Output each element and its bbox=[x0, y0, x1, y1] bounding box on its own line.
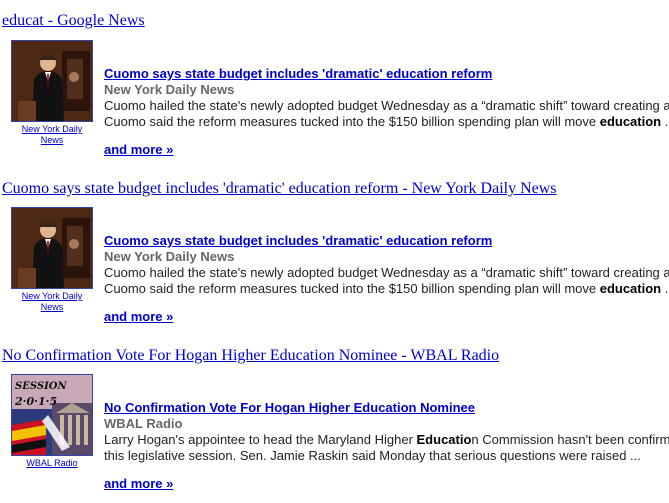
thumbnail-block: New York Daily News bbox=[10, 207, 94, 313]
session-graphic-year: 2·0·1·5 bbox=[14, 395, 57, 408]
thumbnail-caption-line1: WBAL Radio bbox=[26, 458, 78, 468]
session-graphic-label: SESSION bbox=[15, 381, 67, 392]
thumbnail-caption-line1: New York Daily bbox=[21, 291, 83, 301]
thumbnail-block: SESSION 2·0·1·5 WBAL Radio bbox=[10, 374, 94, 469]
feed-title-educat[interactable]: educat - Google News bbox=[2, 12, 145, 30]
story-source: New York Daily News bbox=[104, 82, 235, 97]
snippet-text-rest: n Commission hasn't been confirm bbox=[471, 432, 669, 447]
session-2015-graphic-icon[interactable]: SESSION 2·0·1·5 bbox=[11, 374, 93, 456]
story-snippet-line1: Larry Hogan's appointee to head the Mary… bbox=[104, 432, 669, 448]
snippet-text: Cuomo said the reform measures tucked in… bbox=[104, 114, 600, 129]
story-headline-link[interactable]: Cuomo says state budget includes 'dramat… bbox=[104, 66, 669, 82]
feed-title-wbal[interactable]: No Confirmation Vote For Hogan Higher Ed… bbox=[2, 347, 499, 365]
story-headline-link[interactable]: No Confirmation Vote For Hogan Higher Ed… bbox=[104, 400, 669, 416]
feed-title-cuomo-article[interactable]: Cuomo says state budget includes 'dramat… bbox=[2, 180, 557, 198]
story-snippet-line1: Cuomo hailed the state's newly adopted b… bbox=[104, 98, 669, 113]
story-snippet-line2: Cuomo said the reform measures tucked in… bbox=[104, 281, 669, 297]
snippet-ellipsis: ... bbox=[664, 281, 669, 296]
thumbnail-caption-line2: News bbox=[40, 302, 64, 312]
story-block: No Confirmation Vote For Hogan Higher Ed… bbox=[104, 400, 669, 464]
thumbnail-source-link[interactable]: New York Daily News bbox=[10, 291, 94, 313]
thumbnail-block: New York Daily News bbox=[10, 40, 94, 146]
snippet-ellipsis: ... bbox=[664, 114, 669, 129]
and-more-link[interactable]: and more » bbox=[104, 142, 173, 157]
story-source: WBAL Radio bbox=[104, 416, 183, 431]
snippet-keyword: Educatio bbox=[416, 432, 472, 447]
thumbnail-caption-line1: New York Daily bbox=[21, 124, 83, 134]
snippet-text: Larry Hogan's appointee to head the Mary… bbox=[104, 432, 417, 447]
thumbnail-source-link[interactable]: WBAL Radio bbox=[10, 458, 94, 469]
thumbnail-caption-line2: News bbox=[40, 135, 64, 145]
and-more-link[interactable]: and more » bbox=[104, 309, 173, 324]
governor-at-podium-photo-icon[interactable] bbox=[11, 40, 93, 122]
story-source: New York Daily News bbox=[104, 249, 235, 264]
story-snippet-line1: Cuomo hailed the state's newly adopted b… bbox=[104, 265, 669, 280]
story-snippet-line2: this legislative session. Sen. Jamie Ras… bbox=[104, 448, 641, 463]
snippet-keyword: education bbox=[599, 114, 662, 129]
story-block: Cuomo says state budget includes 'dramat… bbox=[104, 66, 669, 130]
snippet-keyword: education bbox=[599, 281, 662, 296]
snippet-text: Cuomo said the reform measures tucked in… bbox=[104, 281, 600, 296]
and-more-link[interactable]: and more » bbox=[104, 476, 173, 491]
governor-at-podium-photo-icon[interactable] bbox=[11, 207, 93, 289]
story-snippet-line2: Cuomo said the reform measures tucked in… bbox=[104, 114, 669, 130]
story-headline-link[interactable]: Cuomo says state budget includes 'dramat… bbox=[104, 233, 669, 249]
thumbnail-source-link[interactable]: New York Daily News bbox=[10, 124, 94, 146]
story-block: Cuomo says state budget includes 'dramat… bbox=[104, 233, 669, 297]
